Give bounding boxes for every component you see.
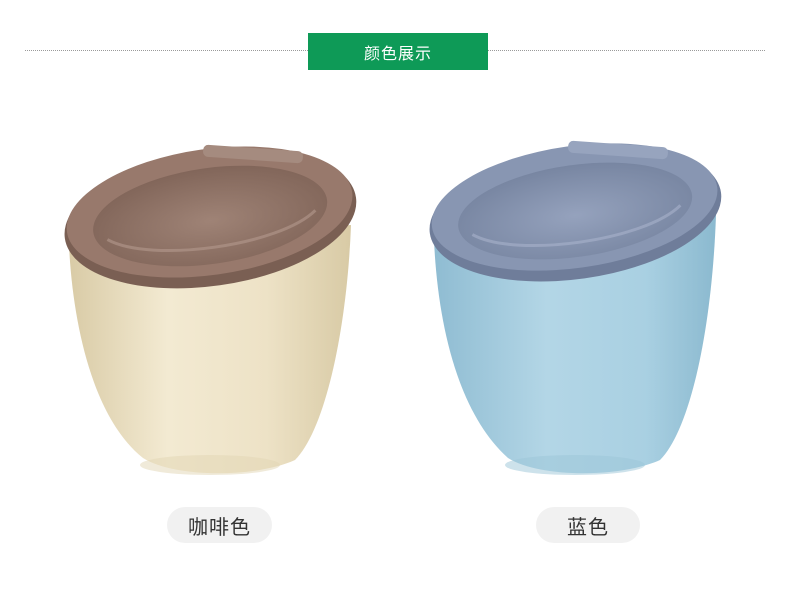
trash-bin-coffee-image	[64, 144, 357, 475]
caption-blue-label: 蓝色	[567, 514, 609, 539]
header-divider-left	[25, 50, 308, 51]
header-divider-right	[488, 50, 765, 51]
trash-bin-blue-image	[429, 140, 722, 475]
caption-coffee-label: 咖啡色	[188, 514, 251, 539]
section-title: 颜色展示	[363, 43, 432, 63]
caption-blue: 蓝色	[536, 507, 640, 543]
section-title-banner: 颜色展示	[308, 33, 488, 70]
product-image-blue	[420, 130, 730, 480]
product-image-coffee	[55, 130, 365, 480]
caption-coffee: 咖啡色	[167, 507, 272, 543]
